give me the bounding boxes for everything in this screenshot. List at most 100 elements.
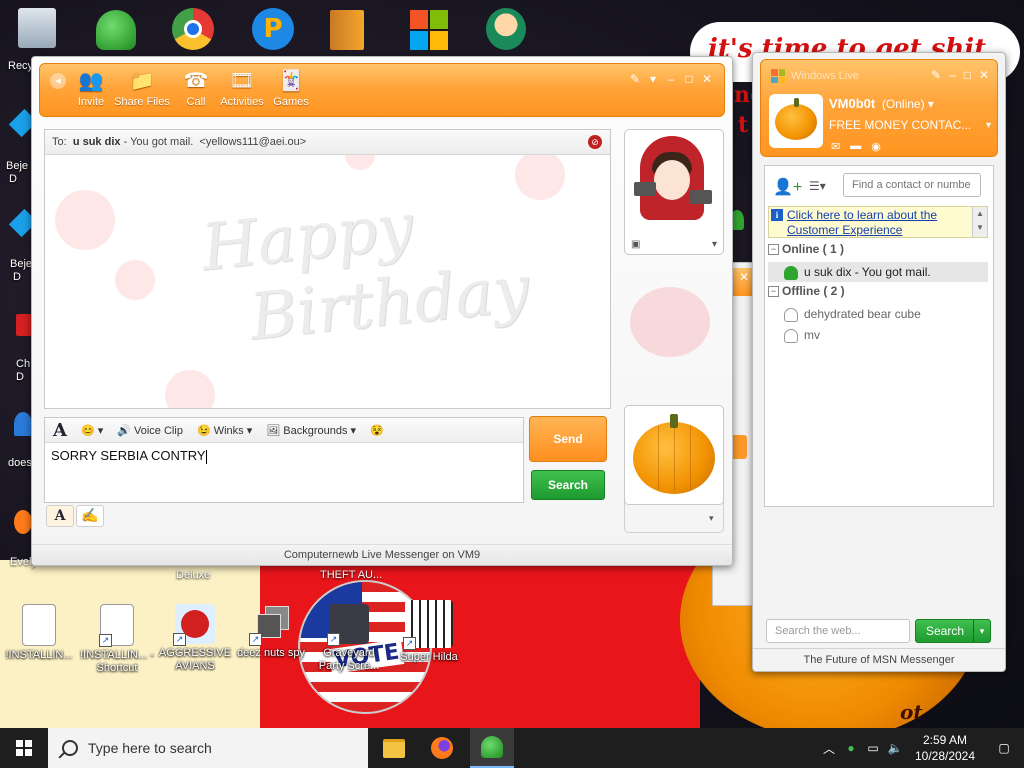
compose-area: A 😊 ▾ 🔊 Voice Clip 😉 Winks ▾ 🖼 Backgroun… — [44, 417, 524, 503]
webcam-icon[interactable]: ▣ — [631, 239, 640, 250]
character-icon[interactable] — [486, 8, 526, 50]
folder-icon: 📁 — [129, 70, 155, 92]
header-quick-icons: ✉ ▬ ◉ — [831, 140, 881, 153]
paint-icon[interactable]: ✎ — [931, 68, 941, 82]
add-contact-icon[interactable]: 👤+ — [773, 177, 802, 197]
contact-display-picture[interactable]: ▣ ▾ — [624, 129, 724, 255]
maximize-icon[interactable]: □ — [684, 72, 694, 86]
desktop-icon-label[interactable]: THEFT AU... — [320, 569, 382, 581]
app-icon[interactable] — [14, 412, 32, 436]
firefox-icon — [431, 737, 453, 759]
personal-message[interactable]: FREE MONEY CONTAC... — [829, 118, 989, 132]
message-input[interactable]: SORRY SERBIA CONTRY — [45, 443, 523, 469]
wallpaper-fragment: ot — [900, 700, 923, 724]
desktop-icon-label[interactable]: Deluxe — [176, 569, 210, 581]
message-history[interactable]: Happy Birthday To: u suk dix - You got m… — [44, 129, 611, 409]
app-p-icon[interactable]: P — [252, 8, 294, 50]
my-avatar[interactable] — [769, 94, 823, 148]
close-icon[interactable]: ✕ — [739, 270, 749, 284]
recipient-email: <yellows111@aei.ou> — [199, 136, 307, 148]
list-view-icon[interactable]: ☰▾ — [809, 179, 826, 193]
search-button[interactable]: Search — [531, 470, 605, 500]
block-icon[interactable]: ⊘ — [588, 135, 602, 149]
share-files-button[interactable]: 📁 Share Files — [113, 68, 171, 108]
desktop-icon-aggressive-avians[interactable]: ↗ AGGRESSIVE AVIANS — [158, 604, 232, 673]
my-display-name[interactable]: VM0b0t (Online) ▾ — [829, 96, 934, 111]
maximize-icon[interactable]: □ — [964, 68, 971, 82]
emoticon-button[interactable]: 😊 ▾ — [81, 424, 103, 437]
backgrounds-button[interactable]: 🖼 Backgrounds ▾ — [266, 424, 356, 437]
chevron-down-icon[interactable]: ▾ — [973, 620, 990, 642]
contact-list-footer: The Future of MSN Messenger — [753, 648, 1005, 671]
desktop-icon-installer-shortcut[interactable]: ↗ !INSTALLIN... - Shortcut — [80, 604, 154, 675]
window-controls: ✎ ▾ – □ ✕ — [630, 72, 712, 86]
window-controls: ✎ – □ ✕ — [931, 68, 989, 82]
desktop-icon-super-hilda[interactable]: ↗ Super Hilda — [392, 600, 466, 664]
firefox-taskbar-button[interactable] — [420, 728, 464, 768]
chevron-down-icon[interactable]: ▾ — [986, 120, 991, 131]
offline-group-header[interactable]: − Offline ( 2 ) — [768, 284, 845, 298]
call-button[interactable]: ☎ Call — [173, 68, 219, 108]
anime-avatar — [628, 132, 720, 228]
minimize-icon[interactable]: – — [666, 72, 676, 86]
wallpaper-fragment: t — [738, 112, 749, 138]
contact-list-window: Windows Live ✎ – □ ✕ VM0b0t (Online) ▾ F… — [752, 52, 1006, 672]
start-button[interactable] — [0, 728, 48, 768]
chrome-icon[interactable] — [172, 8, 214, 50]
paint-icon[interactable]: ✎ — [630, 72, 640, 86]
windows-logo-icon — [16, 740, 32, 756]
document-icon: ↗ — [99, 604, 134, 647]
network-icon[interactable]: ▭ — [862, 741, 884, 755]
spaces-icon[interactable]: ◉ — [871, 140, 881, 153]
send-button[interactable]: Send — [529, 416, 607, 462]
file-explorer-taskbar-button[interactable] — [372, 728, 416, 768]
games-button[interactable]: 🃏 Games — [268, 68, 314, 108]
online-buddy-icon — [784, 265, 798, 280]
messenger-tray-icon[interactable]: ● — [840, 741, 862, 755]
customer-experience-link[interactable]: Click here to learn about the Customer E… — [787, 208, 971, 238]
handwriting-mode-tab[interactable]: ✍ — [76, 505, 104, 527]
close-icon[interactable]: ✕ — [702, 72, 712, 86]
chevron-up-icon[interactable]: ︿ — [818, 740, 840, 757]
web-search-input[interactable]: Search the web... — [766, 619, 910, 643]
invite-button[interactable]: 👥 Invite — [68, 68, 114, 108]
msn-messenger-icon[interactable] — [96, 10, 136, 50]
close-icon[interactable]: ✕ — [979, 68, 989, 82]
windows-security-icon[interactable] — [410, 10, 448, 50]
messenger-taskbar-button[interactable] — [470, 728, 514, 768]
taskbar-search-box[interactable]: Type here to search — [48, 728, 368, 768]
font-icon[interactable]: A — [53, 420, 67, 441]
web-search-button[interactable]: Search ▾ — [915, 619, 991, 643]
contact-row[interactable]: dehydrated bear cube — [768, 304, 988, 324]
my-display-picture[interactable] — [624, 405, 724, 505]
app-icon[interactable] — [14, 510, 32, 534]
window-title: Windows Live — [791, 70, 859, 82]
desktop-icon-deez-nuts-spy[interactable]: ↗ deez nuts spy — [234, 604, 308, 660]
online-group-header[interactable]: − Online ( 1 ) — [768, 242, 844, 256]
chevron-down-icon[interactable]: ▾ — [709, 513, 714, 524]
contact-row[interactable]: u suk dix - You got mail. — [768, 262, 988, 282]
contact-row[interactable]: mv — [768, 325, 988, 345]
recycle-bin-icon[interactable] — [18, 8, 56, 48]
desktop-icon-installer[interactable]: !INSTALLIN... — [2, 604, 76, 662]
notifications-icon[interactable]: ▢ — [984, 741, 1024, 755]
folder-icon[interactable]: ▬ — [850, 140, 861, 153]
back-icon[interactable]: ◂ — [50, 73, 66, 89]
banner-scroll[interactable]: ▲ ▼ — [972, 207, 987, 237]
menu-dropdown-icon[interactable]: ▾ — [648, 72, 658, 86]
app-icon[interactable] — [330, 10, 364, 50]
offline-buddy-icon — [784, 328, 798, 343]
nudge-icon[interactable]: 😵 — [370, 424, 384, 437]
desktop-icon-graveyard-party[interactable]: ↗ Graveyard Party Scre... — [312, 604, 386, 673]
pixel-cat-icon: ↗ — [403, 600, 453, 650]
find-contact-input[interactable] — [843, 173, 981, 197]
text-mode-tab[interactable]: A — [46, 505, 74, 527]
winks-button[interactable]: 😉 Winks ▾ — [197, 424, 252, 437]
activities-button[interactable]: 🎞 Activities — [217, 68, 267, 108]
voice-clip-button[interactable]: 🔊 Voice Clip — [117, 424, 183, 437]
chevron-down-icon[interactable]: ▾ — [712, 239, 717, 250]
volume-icon[interactable]: 🔈 — [884, 741, 906, 755]
mail-icon[interactable]: ✉ — [831, 140, 840, 153]
minimize-icon[interactable]: – — [949, 68, 956, 82]
clock[interactable]: 2:59 AM 10/28/2024 — [906, 732, 984, 764]
